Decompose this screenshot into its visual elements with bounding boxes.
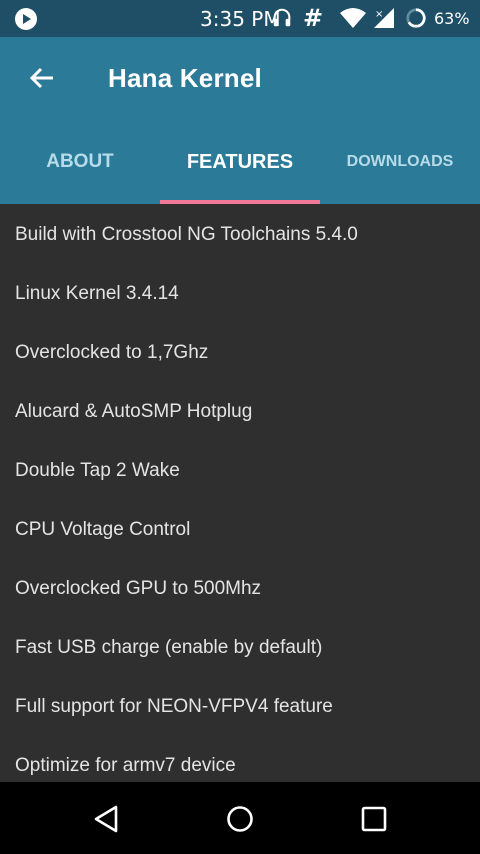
back-triangle-icon[interactable] xyxy=(92,804,122,834)
list-item: Optimize for armv7 device xyxy=(15,755,236,776)
list-item: Alucard & AutoSMP Hotplug xyxy=(15,401,253,422)
wifi-icon xyxy=(340,8,366,28)
list-item: CPU Voltage Control xyxy=(15,519,191,540)
page-title: Hana Kernel xyxy=(108,63,262,93)
list-item: Double Tap 2 Wake xyxy=(15,460,180,481)
feature-list[interactable]: Build with Crosstool NG Toolchains 5.4.0… xyxy=(0,204,480,782)
recents-square-icon[interactable] xyxy=(359,804,389,834)
tab-bar: ABOUT FEATURES DOWNLOADS xyxy=(0,120,480,204)
status-time: 3:35 PM xyxy=(200,7,281,31)
svg-text:×: × xyxy=(375,9,383,20)
app-bar: Hana Kernel xyxy=(0,37,480,120)
battery-icon xyxy=(406,8,426,28)
home-circle-icon[interactable] xyxy=(225,804,255,834)
tab-features[interactable]: FEATURES xyxy=(160,120,320,204)
signal-icon: × xyxy=(374,8,394,28)
tab-about[interactable]: ABOUT xyxy=(0,120,160,204)
play-icon xyxy=(15,8,37,30)
status-bar: 3:35 PM # × 63% xyxy=(0,0,480,37)
list-item: Fast USB charge (enable by default) xyxy=(15,637,323,658)
tab-downloads[interactable]: DOWNLOADS xyxy=(320,120,480,204)
arrow-left-icon[interactable] xyxy=(28,64,56,92)
list-item: Linux Kernel 3.4.14 xyxy=(15,283,179,304)
battery-percent: 63% xyxy=(434,9,470,28)
list-item: Overclocked to 1,7Ghz xyxy=(15,342,209,363)
navigation-bar xyxy=(0,782,480,854)
hash-icon: # xyxy=(303,4,324,32)
headset-icon xyxy=(273,8,291,27)
list-item: Overclocked GPU to 500Mhz xyxy=(15,578,262,599)
list-item: Full support for NEON-VFPV4 feature xyxy=(15,696,333,717)
list-item: Build with Crosstool NG Toolchains 5.4.0 xyxy=(15,224,358,245)
